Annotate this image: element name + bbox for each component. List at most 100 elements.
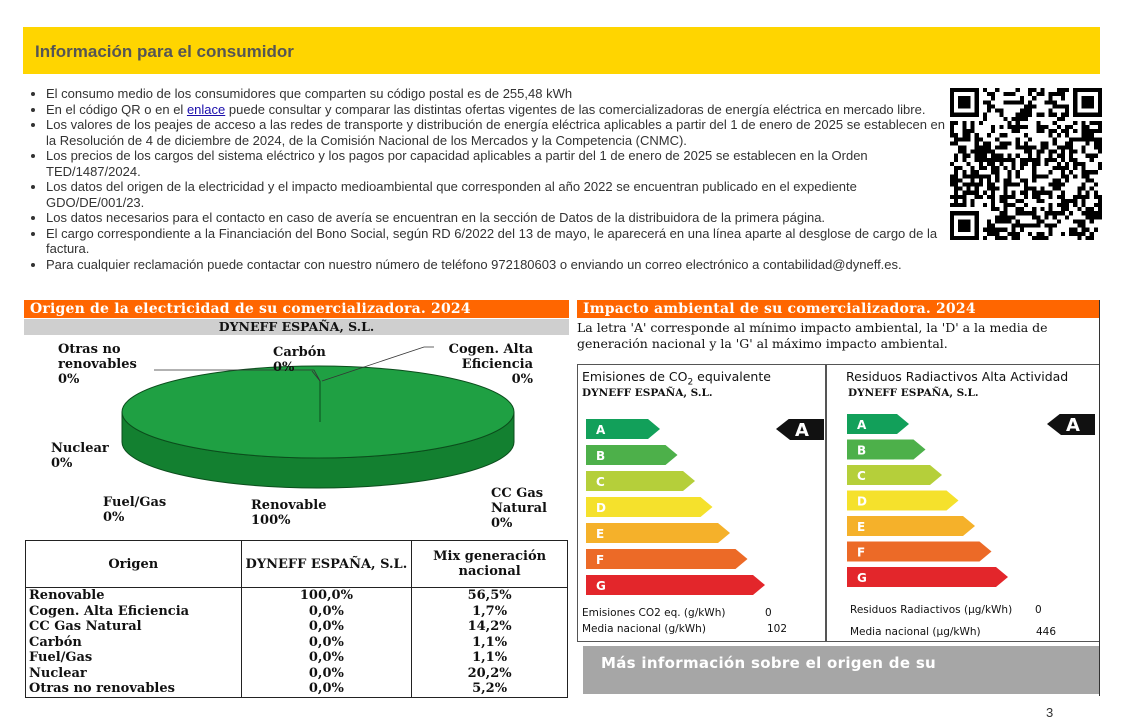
list-item: El consumo medio de los consumidores que… (46, 86, 951, 102)
cell-mix: 1,7% (411, 603, 568, 619)
qr-code[interactable] (950, 88, 1102, 240)
co2-rating-scale: ABCDEFGA (586, 419, 824, 595)
co2-stat-national-label: Media nacional (g/kWh) (582, 623, 706, 635)
table-row: CC Gas Natural 0,0% 14,2% (25, 619, 568, 635)
table-row: Carbón 0,0% 1,1% (25, 634, 568, 650)
cell-origen: Fuel/Gas (25, 650, 242, 666)
pie-label-cogen: Cogen. Alta Eficiencia 0% (448, 342, 533, 387)
list-item: Los valores de los peajes de acceso a la… (46, 117, 951, 148)
origin-section-title: Origen de la electricidad de su comercia… (24, 300, 569, 318)
bullet-text: puede consultar y comparar las distintas… (228, 101, 926, 117)
cell-origen: Cogen. Alta Eficiencia (25, 603, 242, 619)
co2-title-text: Emisiones de CO (582, 369, 688, 384)
table-row: Cogen. Alta Eficiencia 0,0% 1,7% (25, 603, 568, 619)
pie-label-nuclear: Nuclear 0% (51, 441, 109, 471)
list-item: Los datos necesarios para el contacto en… (46, 210, 951, 226)
col-header-origen: Origen (25, 540, 242, 588)
cell-company: 100,0% (240, 587, 413, 604)
co2-stat-emissions-label: Emisiones CO2 eq. (g/kWh) (582, 607, 726, 619)
list-item: Los datos del origen de la electricidad … (46, 179, 951, 210)
more-info-banner[interactable]: Más información sobre el origen de su (583, 646, 1100, 694)
co2-title-text-end: equivalente (693, 369, 771, 384)
list-item: Los precios de los cargos del sistema el… (46, 148, 951, 179)
rating-bar-label: A (596, 423, 606, 437)
rating-bar-e (847, 516, 975, 536)
rating-bar-f (847, 541, 992, 562)
rating-bar-label: F (596, 553, 604, 567)
cell-mix: 14,2% (411, 619, 568, 635)
table-row: Nuclear 0,0% 20,2% (25, 665, 568, 681)
cell-company: 0,0% (240, 603, 413, 619)
cell-company: 0,0% (240, 619, 413, 635)
co2-stat-emissions-value: 0 (765, 607, 772, 619)
table-row: Fuel/Gas 0,0% 1,1% (25, 650, 568, 666)
rating-bar-label: A (857, 418, 867, 432)
rating-bar-label: B (596, 449, 605, 463)
table-row: Otras no renovables 0,0% 5,2% (25, 681, 568, 698)
list-item: El cargo correspondiente a la Financiaci… (46, 226, 951, 257)
table-row: Renovable 100,0% 56,5% (25, 587, 568, 604)
page-title: Información para el consumidor (35, 42, 294, 61)
list-item: En el código QR o en el enlace puede con… (46, 102, 951, 118)
cell-mix: 1,1% (411, 634, 568, 650)
cell-company: 0,0% (240, 634, 413, 650)
rating-bar-label: G (596, 579, 606, 593)
consumer-info-header: Información para el consumidor (23, 27, 1100, 74)
table-header-row: Origen DYNEFF ESPAÑA, S.L. Mix generació… (25, 540, 568, 588)
rad-panel-title: Residuos Radiactivos Alta Actividad (846, 369, 1069, 384)
rating-bar-label: D (596, 501, 606, 515)
rating-bar-label: F (857, 546, 865, 560)
co2-stat-national-value: 102 (767, 623, 788, 635)
cell-mix: 5,2% (411, 681, 568, 698)
rating-bar-label: D (857, 495, 867, 509)
more-info-text: Más información sobre el origen de su (601, 654, 937, 672)
right-divider (1099, 300, 1100, 696)
rating-bar-e (586, 523, 730, 543)
pie-label-fuel: Fuel/Gas 0% (103, 495, 167, 525)
col-header-mix: Mix generación nacional (411, 540, 568, 588)
origin-table: Origen DYNEFF ESPAÑA, S.L. Mix generació… (25, 540, 568, 698)
cell-mix: 20,2% (411, 665, 568, 681)
col-header-company: DYNEFF ESPAÑA, S.L. (240, 540, 413, 588)
rating-arrow-label: A (795, 420, 809, 441)
cell-company: 0,0% (240, 665, 413, 681)
pie-label-otras: Otras no renovables 0% (58, 342, 137, 387)
pie-label-carbon: Carbón 0% (273, 345, 326, 375)
cell-origen: Nuclear (25, 665, 242, 681)
cell-origen: CC Gas Natural (25, 619, 242, 635)
rad-stat-national-label: Media nacional (µg/kWh) (850, 626, 981, 638)
bullet-prefix: En el código QR o en el (46, 101, 184, 117)
rating-bar-label: E (596, 527, 604, 541)
rad-rating-scale: ABCDEFGA (847, 414, 1095, 587)
cell-company: 0,0% (240, 650, 413, 666)
cell-origen: Carbón (25, 634, 242, 650)
impact-section-title: Impacto ambiental de su comercializadora… (577, 300, 1099, 318)
cell-company: 0,0% (240, 681, 413, 698)
cell-origen: Renovable (25, 587, 242, 604)
co2-panel-title: Emisiones de CO2 equivalente (582, 369, 771, 388)
rating-arrow-label: A (1066, 415, 1080, 436)
rating-bar-label: G (857, 571, 867, 585)
rad-stat-waste-label: Residuos Radiactivos (µg/kWh) (850, 604, 1013, 616)
rating-bar-label: E (857, 520, 865, 534)
rating-bar-g (847, 567, 1008, 587)
cell-mix: 56,5% (411, 587, 568, 604)
rating-bar-f (586, 549, 748, 569)
cell-mix: 1,1% (411, 650, 568, 666)
page-number: 3 (1046, 705, 1054, 720)
origin-company-name: DYNEFF ESPAÑA, S.L. (24, 319, 569, 335)
rating-bar-label: C (596, 475, 605, 489)
rad-company: DYNEFF ESPAÑA, S.L. (848, 387, 979, 399)
cell-origen: Otras no renovables (25, 681, 242, 698)
list-item: Para cualquier reclamación puede contact… (46, 257, 951, 273)
rad-stat-national-value: 446 (1036, 626, 1057, 638)
info-bullet-list: El consumo medio de los consumidores que… (28, 86, 951, 272)
rating-bar-label: B (857, 444, 866, 458)
rating-bar-g (586, 575, 765, 595)
impact-note: La letra 'A' corresponde al mínimo impac… (577, 320, 1048, 351)
pie-label-ccgas: CC Gas Natural 0% (491, 486, 547, 531)
rating-bar-label: C (857, 469, 866, 483)
offers-link[interactable]: enlace (187, 102, 225, 117)
pie-label-renovable: Renovable 100% (251, 498, 327, 528)
rad-stat-waste-value: 0 (1035, 604, 1042, 616)
